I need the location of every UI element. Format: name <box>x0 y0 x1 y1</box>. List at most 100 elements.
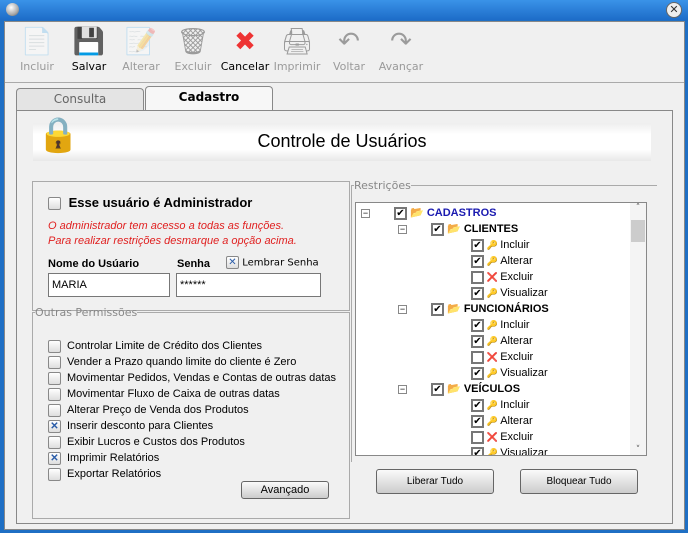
block-all-button[interactable]: Bloquear Tudo <box>520 469 638 494</box>
tree-node[interactable]: ✔ 🔑 Alterar <box>471 413 533 429</box>
tab-cadastro[interactable]: Cadastro <box>145 86 273 111</box>
tree-checkbox[interactable]: ✔ <box>471 334 484 348</box>
collapse-icon[interactable]: − <box>398 224 407 234</box>
permission-checkbox[interactable]: ✕ <box>48 451 61 465</box>
tree-node-label: Visualizar <box>500 367 548 379</box>
collapse-icon[interactable]: − <box>361 208 370 218</box>
permission-item[interactable]: ✕ Inserir desconto para Clientes <box>48 418 336 434</box>
advanced-button[interactable]: Avançado <box>241 481 329 499</box>
tree-checkbox[interactable] <box>471 350 484 364</box>
permission-checkbox[interactable] <box>48 355 61 369</box>
tree-node-label: Visualizar <box>500 447 548 456</box>
permission-checkbox[interactable] <box>48 339 61 353</box>
permission-item[interactable]: Alterar Preço de Venda dos Produtos <box>48 402 336 418</box>
tree-node-label: Alterar <box>500 415 533 427</box>
close-button[interactable]: ✕ <box>666 2 682 18</box>
permission-label: Imprimir Relatórios <box>67 452 160 464</box>
tree-checkbox[interactable]: ✔ <box>431 222 444 236</box>
tree-checkbox[interactable]: ✔ <box>471 414 484 428</box>
key-icon: 🔑 <box>484 336 501 346</box>
collapse-icon[interactable]: − <box>398 304 407 314</box>
key-denied-icon: ❌ <box>484 352 501 362</box>
admin-checkbox[interactable] <box>48 197 61 211</box>
permission-item[interactable]: Movimentar Pedidos, Vendas e Contas de o… <box>48 370 336 386</box>
permission-item[interactable]: Vender a Prazo quando limite do cliente … <box>48 354 336 370</box>
tree-node[interactable]: ✔ 🔑 Visualizar <box>471 365 548 381</box>
tree-scrollbar[interactable]: ˄ ˅ <box>630 203 646 455</box>
tree-node-label: Incluir <box>500 239 530 251</box>
avançar-button[interactable]: ↷ Avançar <box>375 24 427 82</box>
key-icon: 🔑 <box>484 320 501 330</box>
permission-checkbox[interactable] <box>48 435 61 449</box>
excluir-icon: 🗑 <box>176 27 210 57</box>
tree-checkbox[interactable]: ✔ <box>471 286 484 300</box>
tree-node[interactable]: ✔ 🔑 Alterar <box>471 333 533 349</box>
tree-checkbox[interactable]: ✔ <box>431 382 444 396</box>
page-title: Controle de Usuários <box>257 131 427 151</box>
remember-password-checkbox[interactable]: ✕ <box>226 256 239 269</box>
tree-checkbox[interactable] <box>471 270 484 284</box>
tree-checkbox[interactable]: ✔ <box>471 254 484 268</box>
permission-checkbox[interactable] <box>48 387 61 401</box>
voltar-button[interactable]: ↶ Voltar <box>323 24 375 82</box>
tab-consulta[interactable]: Consulta <box>16 88 144 110</box>
tree-node[interactable]: ❌ Excluir <box>471 269 533 285</box>
tree-node-label: Excluir <box>500 351 534 363</box>
key-icon: 🔑 <box>484 368 501 378</box>
permission-checkbox[interactable] <box>48 467 61 481</box>
imprimir-button[interactable]: 🖨 Imprimir <box>271 24 323 82</box>
admin-checkbox-row[interactable]: Esse usuário é Administrador <box>48 195 252 211</box>
permission-checkbox[interactable] <box>48 403 61 417</box>
tree-node[interactable]: − ✔ 📂 CLIENTES <box>398 221 518 237</box>
tree-node-label: Incluir <box>500 319 530 331</box>
imprimir-label: Imprimir <box>273 60 321 73</box>
tree-checkbox[interactable] <box>471 430 484 444</box>
tree-node[interactable]: ✔ 🔑 Alterar <box>471 253 533 269</box>
tree-node[interactable]: ✔ 🔑 Incluir <box>471 397 530 413</box>
tree-node[interactable]: ❌ Excluir <box>471 349 533 365</box>
tree-node[interactable]: − ✔ 📂 CADASTROS <box>361 205 496 221</box>
tree-checkbox[interactable]: ✔ <box>394 206 407 220</box>
excluir-button[interactable]: 🗑 Excluir <box>167 24 219 82</box>
tree-checkbox[interactable]: ✔ <box>431 302 444 316</box>
password-input[interactable] <box>176 273 321 297</box>
tree-node[interactable]: ✔ 🔑 Visualizar <box>471 285 548 301</box>
scrollbar-thumb[interactable] <box>631 220 645 242</box>
tree-checkbox[interactable]: ✔ <box>471 366 484 380</box>
remember-password-row[interactable]: ✕ Lembrar Senha <box>226 256 319 269</box>
alterar-button[interactable]: 📝 Alterar <box>115 24 167 82</box>
tree-node-label: Alterar <box>500 255 533 267</box>
tree-node[interactable]: ❌ Excluir <box>471 429 533 445</box>
permission-item[interactable]: Controlar Limite de Crédito dos Clientes <box>48 338 336 354</box>
permission-item[interactable]: Exportar Relatórios <box>48 466 336 482</box>
tree-checkbox[interactable]: ✔ <box>471 238 484 252</box>
incluir-button[interactable]: 📄 Incluir <box>11 24 63 82</box>
tree-node[interactable]: ✔ 🔑 Visualizar <box>471 445 548 456</box>
tree-node-label: Visualizar <box>500 287 548 299</box>
permission-item[interactable]: Exibir Lucros e Custos dos Produtos <box>48 434 336 450</box>
tree-node[interactable]: ✔ 🔑 Incluir <box>471 237 530 253</box>
tree-node[interactable]: ✔ 🔑 Incluir <box>471 317 530 333</box>
system-menu-icon[interactable] <box>6 3 19 16</box>
tree-node[interactable]: − ✔ 📂 VEÍCULOS <box>398 381 520 397</box>
tree-node-label: Incluir <box>500 399 530 411</box>
restrictions-tree[interactable]: ˄ ˅ − ✔ 📂 CADASTROS − ✔ 📂 CLIENTES ✔ 🔑 Inclu… <box>355 202 647 456</box>
tree-node[interactable]: − ✔ 📂 FUNCIONÁRIOS <box>398 301 549 317</box>
tree-checkbox[interactable]: ✔ <box>471 446 484 455</box>
tree-checkbox[interactable]: ✔ <box>471 398 484 412</box>
user-name-input[interactable] <box>48 273 170 297</box>
permission-checkbox[interactable]: ✕ <box>48 419 61 433</box>
permission-item[interactable]: Movimentar Fluxo de Caixa de outras data… <box>48 386 336 402</box>
permission-checkbox[interactable] <box>48 371 61 385</box>
user-name-label: Nome do Usúario <box>48 258 140 270</box>
tree-node-label: Excluir <box>500 271 534 283</box>
key-denied-icon: ❌ <box>484 432 501 442</box>
cancelar-button[interactable]: ✖ Cancelar <box>219 24 271 82</box>
lock-users-icon: 🔒 <box>37 115 80 155</box>
key-icon: 🔑 <box>484 416 501 426</box>
tree-checkbox[interactable]: ✔ <box>471 318 484 332</box>
permission-item[interactable]: ✕ Imprimir Relatórios <box>48 450 336 466</box>
release-all-button[interactable]: Liberar Tudo <box>376 469 494 494</box>
collapse-icon[interactable]: − <box>398 384 407 394</box>
salvar-button[interactable]: 💾 Salvar <box>63 24 115 82</box>
